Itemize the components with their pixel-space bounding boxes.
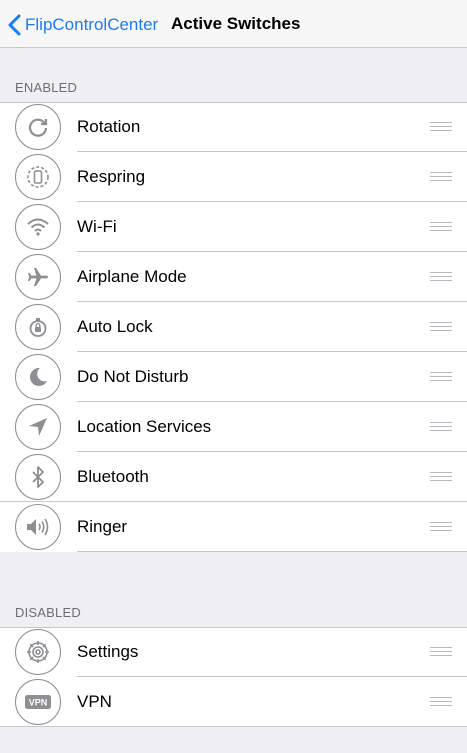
airplane-icon xyxy=(15,254,61,300)
list-item-label: Ringer xyxy=(77,517,128,536)
list-item-bluetooth[interactable]: Bluetooth xyxy=(0,452,467,502)
back-button[interactable]: FlipControlCenter xyxy=(8,12,158,38)
divider xyxy=(0,726,467,727)
list-item-label: VPN xyxy=(77,692,112,711)
enabled-section-header: ENABLED xyxy=(15,80,78,95)
gear-icon xyxy=(15,629,61,675)
list-item-label: Auto Lock xyxy=(77,317,153,336)
moon-icon xyxy=(15,354,61,400)
reorder-handle-icon[interactable] xyxy=(430,222,452,231)
list-item-rotation[interactable]: Rotation xyxy=(0,102,467,152)
list-item-label: Bluetooth xyxy=(77,467,149,486)
page-title: Active Switches xyxy=(171,14,301,33)
wifi-icon xyxy=(15,204,61,250)
speaker-icon xyxy=(15,504,61,550)
list-item-ringer[interactable]: Ringer xyxy=(0,502,467,552)
reorder-handle-icon[interactable] xyxy=(430,372,452,381)
list-item-label: Wi-Fi xyxy=(77,217,117,236)
list-item-label: Settings xyxy=(77,642,139,661)
divider xyxy=(77,551,467,552)
reorder-handle-icon[interactable] xyxy=(430,122,452,131)
back-button-label: FlipControlCenter xyxy=(25,15,159,34)
vpn-icon: VPN xyxy=(15,679,61,725)
list-item-label: Respring xyxy=(77,167,146,186)
reorder-handle-icon[interactable] xyxy=(430,472,452,481)
list-item-label: Do Not Disturb xyxy=(77,367,189,386)
chevron-left-icon xyxy=(8,14,21,36)
list-item-wifi[interactable]: Wi-Fi xyxy=(0,202,467,252)
enabled-list: Rotation Respring Wi-Fi Airplane Mode Au… xyxy=(0,102,467,552)
list-item-label: Airplane Mode xyxy=(77,267,187,286)
navigation-bar: FlipControlCenter Active Switches xyxy=(0,0,467,48)
list-item-settings[interactable]: Settings xyxy=(0,627,467,677)
list-item-location-services[interactable]: Location Services xyxy=(0,402,467,452)
location-arrow-icon xyxy=(15,404,61,450)
respring-icon xyxy=(15,154,61,200)
reorder-handle-icon[interactable] xyxy=(430,522,452,531)
list-item-do-not-disturb[interactable]: Do Not Disturb xyxy=(0,352,467,402)
list-item-label: Rotation xyxy=(77,117,141,136)
list-item-auto-lock[interactable]: Auto Lock xyxy=(0,302,467,352)
disabled-list: Settings VPN VPN xyxy=(0,627,467,727)
reorder-handle-icon[interactable] xyxy=(430,272,452,281)
bluetooth-icon xyxy=(15,454,61,500)
reorder-handle-icon[interactable] xyxy=(430,422,452,431)
list-item-label: Location Services xyxy=(77,417,212,436)
reorder-handle-icon[interactable] xyxy=(430,697,452,706)
reorder-handle-icon[interactable] xyxy=(430,647,452,656)
list-item-airplane-mode[interactable]: Airplane Mode xyxy=(0,252,467,302)
auto-lock-icon xyxy=(15,304,61,350)
rotation-icon xyxy=(15,104,61,150)
reorder-handle-icon[interactable] xyxy=(430,322,452,331)
list-item-vpn[interactable]: VPN VPN xyxy=(0,677,467,727)
vpn-badge-text: VPN xyxy=(29,698,48,708)
disabled-section-header: DISABLED xyxy=(15,605,81,620)
list-item-respring[interactable]: Respring xyxy=(0,152,467,202)
reorder-handle-icon[interactable] xyxy=(430,172,452,181)
